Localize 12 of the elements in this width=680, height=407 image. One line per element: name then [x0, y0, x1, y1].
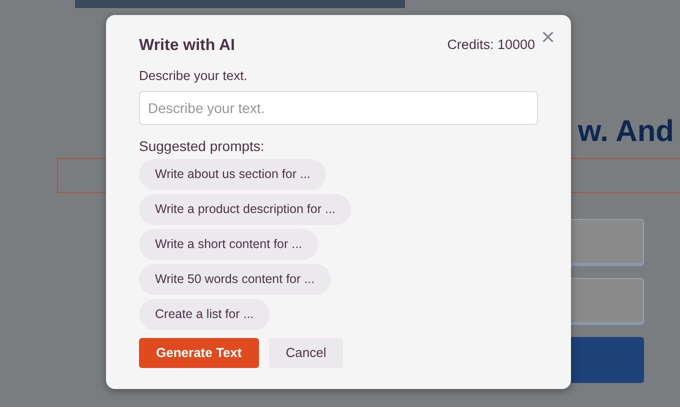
prompt-chip[interactable]: Write about us section for ...	[139, 158, 326, 190]
prompts-label: Suggested prompts:	[139, 136, 266, 156]
dialog-title: Write with AI	[139, 36, 235, 55]
page-heading: w. And	[578, 115, 674, 148]
prompt-chip[interactable]: Create a list for ...	[139, 298, 270, 330]
prompt-chip[interactable]: Write 50 words content for ...	[139, 264, 331, 295]
field-label: Describe your text.	[139, 67, 248, 86]
generate-button[interactable]: Generate Text	[139, 338, 259, 368]
cancel-button[interactable]: Cancel	[268, 338, 344, 368]
prompt-chip[interactable]: Write a short content for ...	[139, 228, 318, 260]
prompt-chip[interactable]: Write a product description for ...	[139, 194, 352, 225]
credits-count: Credits: 10000	[447, 36, 535, 54]
